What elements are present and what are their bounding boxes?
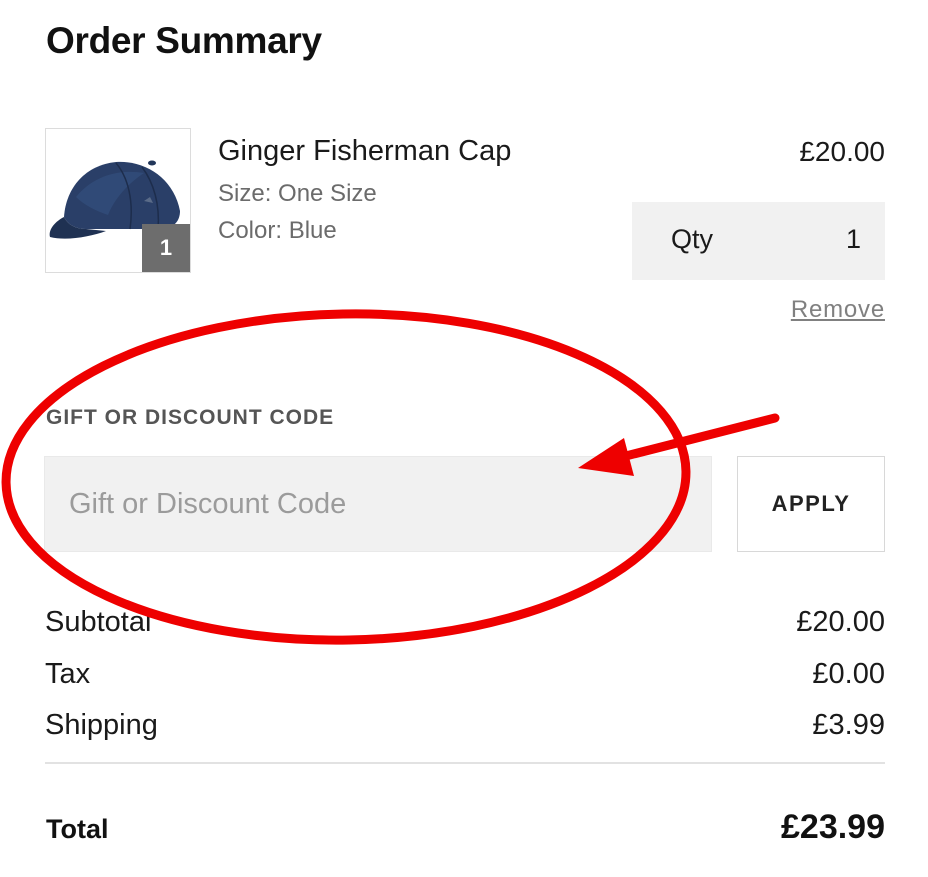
quantity-label: Qty — [671, 224, 714, 254]
product-name: Ginger Fisherman Cap — [218, 135, 512, 167]
total-label: Total — [46, 814, 109, 844]
discount-code-label: GIFT OR DISCOUNT CODE — [46, 406, 335, 429]
product-thumbnail[interactable]: 1 — [45, 128, 191, 273]
subtotal-label: Subtotal — [45, 606, 152, 638]
shipping-label: Shipping — [45, 709, 158, 741]
discount-code-input[interactable] — [44, 456, 712, 552]
page-title: Order Summary — [46, 20, 322, 61]
subtotal-value: £20.00 — [796, 606, 885, 638]
quantity-value[interactable]: 1 — [846, 224, 861, 255]
totals-divider — [45, 762, 885, 764]
shipping-value: £3.99 — [812, 709, 885, 741]
product-color: Color: Blue — [218, 217, 337, 244]
tax-label: Tax — [45, 658, 91, 690]
remove-item-link[interactable]: Remove — [791, 296, 885, 324]
apply-code-button[interactable]: APPLY — [737, 456, 885, 552]
tax-value: £0.00 — [812, 658, 885, 690]
product-price: £20.00 — [799, 136, 885, 167]
product-size: Size: One Size — [218, 180, 377, 207]
thumbnail-quantity-badge: 1 — [142, 224, 190, 272]
quantity-field[interactable]: Qty 1 — [632, 202, 885, 280]
total-value: £23.99 — [781, 808, 885, 846]
